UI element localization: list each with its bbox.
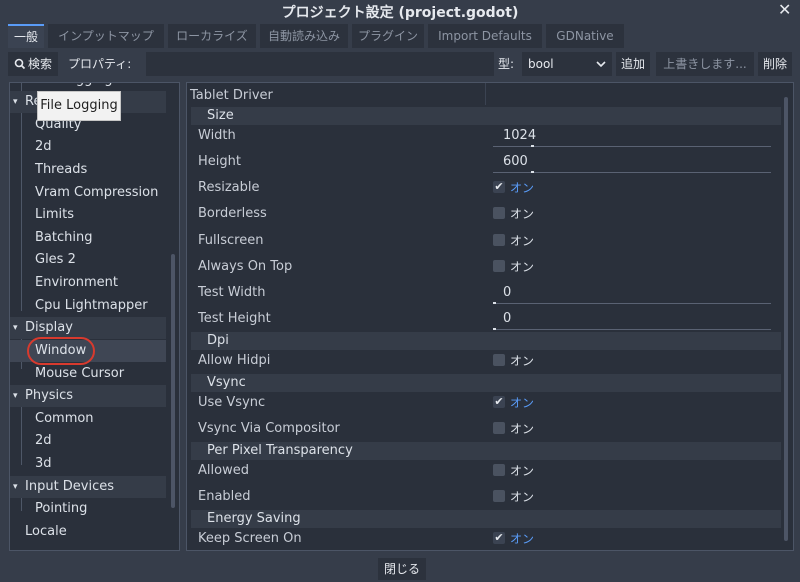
tree-item-vram-compression[interactable]: Vram Compression: [10, 182, 166, 204]
tree-item-threads[interactable]: Threads: [10, 159, 166, 181]
width-slider-grabber[interactable]: [531, 145, 534, 147]
enabled-checkbox[interactable]: [493, 490, 505, 502]
chevron-down-icon: ▾: [13, 391, 18, 401]
tree-item-physics-3d[interactable]: 3d: [10, 453, 166, 475]
tab-localization[interactable]: ローカライズ: [168, 24, 256, 48]
tab-autoload[interactable]: 自動読み込み: [260, 24, 348, 48]
tree-item-pointing[interactable]: Pointing: [10, 498, 166, 520]
tree-item-gles2[interactable]: Gles 2: [10, 249, 166, 271]
property-label: プロパティ:: [62, 52, 142, 76]
left-scrollbar[interactable]: [171, 254, 175, 508]
tree-section-input-devices[interactable]: ▾ Input Devices: [10, 476, 166, 498]
section-tree: File Logging ▾Rendering Quality 2d Threa…: [9, 82, 180, 551]
close-icon[interactable]: ✕: [778, 0, 791, 19]
property-row-keep-screen-on: Keep Screen On ✔ オン: [198, 531, 535, 546]
property-row-allow-hidpi: Allow Hidpi オン: [198, 353, 535, 368]
property-row-test-height: Test Height 0: [187, 306, 783, 332]
property-row-borderless: Borderless オン: [198, 206, 535, 221]
property-row-allowed: Allowed オン: [198, 463, 535, 478]
property-row-fullscreen: Fullscreen オン: [198, 233, 535, 248]
checkmark-icon: ✔: [494, 395, 504, 408]
tree-item-cpu-lightmapper[interactable]: Cpu Lightmapper: [10, 295, 166, 317]
checkmark-icon: ✔: [494, 531, 504, 544]
toolbar: 検索 プロパティ: 型: bool 追加 上書きします... 削除: [8, 52, 792, 76]
checkmark-icon: ✔: [494, 180, 504, 193]
property-row-always-on-top: Always On Top オン: [198, 259, 535, 274]
tree-item-physics-2d[interactable]: 2d: [10, 430, 166, 452]
tab-general[interactable]: 一般: [8, 24, 44, 48]
highlight-circle: [27, 337, 95, 365]
close-button[interactable]: 閉じる: [378, 558, 426, 580]
tree-section-display[interactable]: ▾ Display: [10, 317, 166, 339]
width-slider-track[interactable]: [493, 146, 771, 147]
property-row-vsync-via-compositor: Vsync Via Compositor オン: [198, 421, 535, 436]
test-width-slider-grabber[interactable]: [493, 302, 496, 304]
resizable-checkbox[interactable]: ✔: [493, 181, 505, 193]
window-title: プロジェクト設定 (project.godot): [281, 5, 519, 21]
test-width-slider-track[interactable]: [493, 303, 771, 304]
tree-item-file-logging[interactable]: File Logging: [10, 83, 166, 91]
chevron-down-icon: [596, 52, 606, 84]
type-value: bool: [528, 57, 554, 71]
always-on-top-checkbox[interactable]: [493, 260, 505, 272]
tab-gdnative[interactable]: GDNative: [546, 24, 624, 48]
property-row-width: Width 1024: [187, 123, 783, 149]
test-height-slider-grabber[interactable]: [493, 328, 496, 330]
divider: [485, 83, 486, 105]
property-row-height: Height 600: [187, 149, 783, 175]
property-row-use-vsync: Use Vsync ✔ オン: [198, 395, 535, 410]
search-icon: [14, 52, 26, 84]
height-slider-grabber[interactable]: [531, 171, 534, 173]
type-select[interactable]: bool: [522, 52, 612, 76]
tree-item-2d[interactable]: 2d: [10, 136, 166, 158]
test-height-slider-track[interactable]: [493, 329, 771, 330]
search-label: 検索: [28, 57, 53, 71]
tab-import-defaults[interactable]: Import Defaults: [428, 24, 542, 48]
property-row-test-width: Test Width 0: [187, 280, 783, 306]
tooltip: File Logging: [37, 91, 121, 121]
chevron-down-icon: ▾: [13, 482, 18, 492]
delete-button[interactable]: 削除: [758, 52, 792, 76]
add-button[interactable]: 追加: [616, 52, 650, 76]
height-slider-track[interactable]: [493, 172, 771, 173]
right-scrollbar[interactable]: [784, 97, 788, 541]
chevron-down-icon: ▾: [13, 97, 18, 107]
property-inspector: Tablet Driver Size Width 1024 Height 600…: [186, 82, 794, 551]
borderless-checkbox[interactable]: [493, 207, 505, 219]
tab-plugins[interactable]: プラグイン: [352, 24, 424, 48]
type-label: 型:: [498, 52, 522, 76]
chevron-down-icon: ▾: [13, 323, 18, 333]
fullscreen-checkbox[interactable]: [493, 234, 505, 246]
allowed-checkbox[interactable]: [493, 464, 505, 476]
use-vsync-checkbox[interactable]: ✔: [493, 396, 505, 408]
tab-input-map[interactable]: インプットマップ: [48, 24, 164, 48]
property-input[interactable]: [146, 52, 494, 76]
property-row-resizable: Resizable ✔ オン: [198, 180, 535, 195]
tree-item-common[interactable]: Common: [10, 408, 166, 430]
overwrite-button[interactable]: 上書きします...: [656, 52, 754, 76]
tree-section-physics[interactable]: ▾ Physics: [10, 385, 166, 407]
allow-hidpi-checkbox[interactable]: [493, 354, 505, 366]
tree-item-limits[interactable]: Limits: [10, 204, 166, 226]
property-row-enabled: Enabled オン: [198, 489, 535, 504]
tree-section-locale[interactable]: Locale: [10, 521, 166, 543]
search-button[interactable]: 検索: [8, 52, 58, 76]
vsync-via-compositor-checkbox[interactable]: [493, 422, 505, 434]
tree-item-batching[interactable]: Batching: [10, 227, 166, 249]
tree-item-environment[interactable]: Environment: [10, 272, 166, 294]
tree-item-mouse-cursor[interactable]: Mouse Cursor: [10, 363, 166, 385]
keep-screen-on-checkbox[interactable]: ✔: [493, 532, 505, 544]
